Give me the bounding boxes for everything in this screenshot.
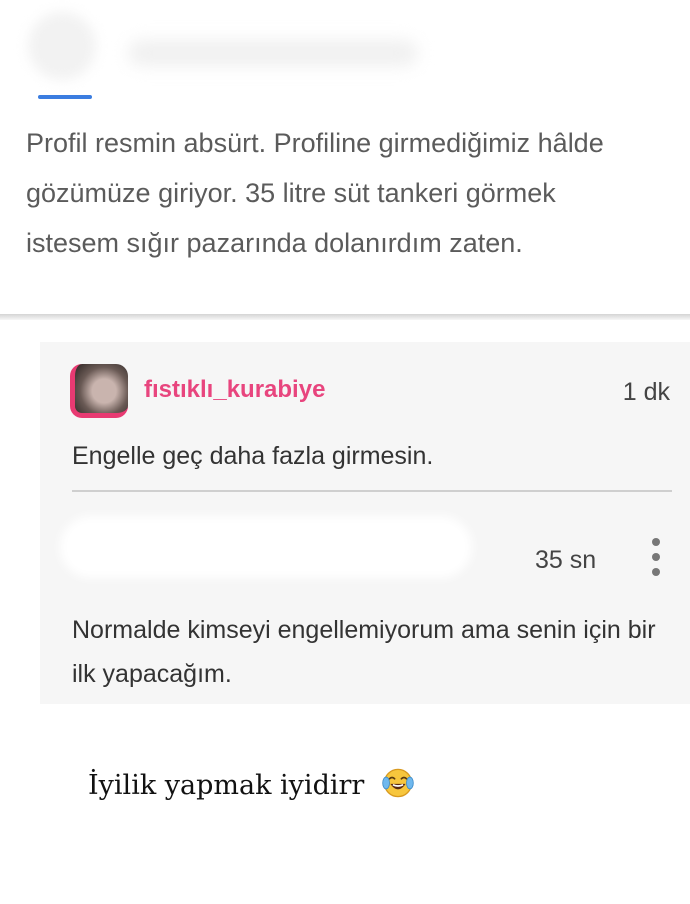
dot: [652, 568, 660, 576]
post-header: [0, 0, 690, 110]
post-text: Profil resmin absürt. Profiline girmediğ…: [26, 128, 604, 258]
reply-username[interactable]: fıstıklı_kurabiye: [144, 376, 325, 404]
avatar[interactable]: [70, 364, 128, 418]
replies-panel: fıstıklı_kurabiye 1 dk Engelle geç daha …: [40, 342, 690, 704]
caption-text: İyilik yapmak iyidirr: [88, 770, 365, 801]
caption: İyilik yapmak iyidirr: [88, 766, 415, 801]
dot: [652, 538, 660, 546]
accent-indicator: [38, 95, 92, 99]
more-options-icon[interactable]: [646, 538, 666, 576]
blurred-username: [128, 40, 418, 66]
screenshot: Profil resmin absürt. Profiline girmediğ…: [0, 0, 690, 904]
reply-text: Normalde kimseyi engellemiyorum ama seni…: [72, 616, 656, 688]
section-divider: [0, 314, 690, 320]
reply-text: Engelle geç daha fazla girmesin.: [72, 442, 434, 470]
blurred-reply-author: [60, 516, 472, 578]
dot: [652, 553, 660, 561]
blurred-avatar: [28, 12, 96, 80]
reply-divider: [72, 490, 672, 492]
reply-timestamp: 35 sn: [535, 546, 597, 574]
reply-timestamp: 1 dk: [622, 378, 670, 406]
laughing-tears-icon: [382, 768, 414, 798]
